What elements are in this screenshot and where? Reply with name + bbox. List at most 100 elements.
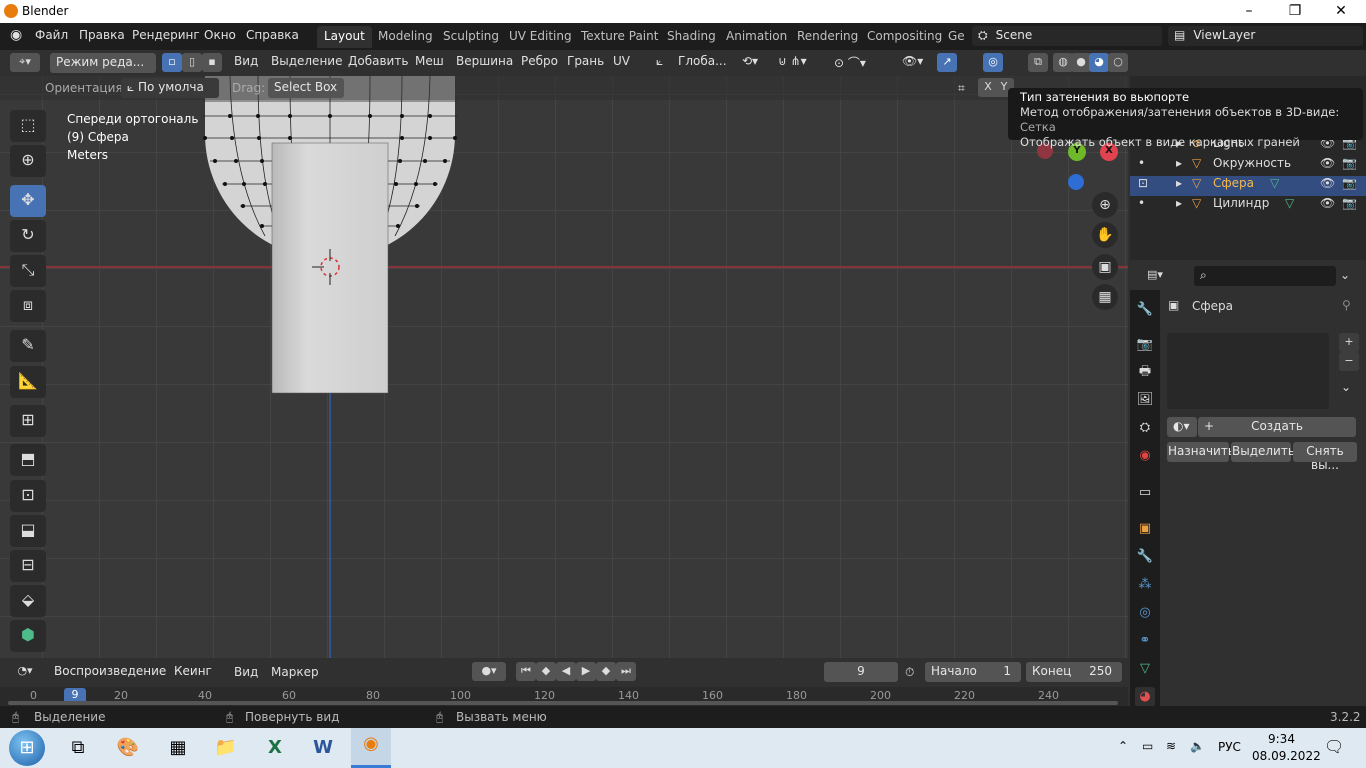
scale-tool-icon[interactable]: ⤡	[10, 255, 46, 287]
render-icon[interactable]: 📷	[1342, 156, 1357, 170]
outliner-row-cylinder[interactable]: • ▸ ▽ Цилиндр ▽ 👁 📷	[1130, 196, 1366, 216]
menu-edit[interactable]: Правка	[79, 28, 125, 42]
material-browse-button[interactable]: ◐▾	[1167, 417, 1197, 437]
inset-tool-icon[interactable]: ⊡	[10, 480, 46, 512]
transform-orientation-icon[interactable]: ⟀	[656, 54, 663, 69]
battery-icon[interactable]: ▭	[1142, 739, 1153, 753]
output-tab-icon[interactable]: 🖶	[1135, 362, 1155, 382]
camera-icon[interactable]: ▣	[1092, 254, 1118, 280]
eye-icon[interactable]: 👁	[1320, 196, 1335, 210]
timeline-editor-icon[interactable]: ◔▾	[10, 662, 40, 681]
blender-menu-icon[interactable]: ◉	[10, 27, 22, 43]
render-tab-icon[interactable]: 📷	[1135, 335, 1155, 355]
minimize-button[interactable]: –	[1226, 0, 1272, 23]
orientation-dropdown[interactable]: ⟀ По умолча	[121, 78, 219, 98]
gizmo-toggle-icon[interactable]: ↗	[937, 53, 957, 72]
volume-icon[interactable]: 🔈	[1190, 739, 1205, 753]
jump-end-icon[interactable]: ⏭	[616, 662, 636, 681]
new-material-button[interactable]: + Создать	[1198, 417, 1356, 437]
mode-selector[interactable]: Режим реда...	[50, 53, 156, 73]
blender-app-icon[interactable]: ◉	[351, 728, 391, 768]
assign-button[interactable]: Назначить	[1167, 442, 1235, 462]
play-icon[interactable]: ▶	[576, 662, 596, 681]
file-explorer-icon[interactable]: 📁	[206, 732, 246, 764]
tab-rendering[interactable]: Rendering	[790, 26, 865, 48]
start-frame-field[interactable]: Начало 1	[925, 662, 1021, 682]
properties-search-input[interactable]: ⌕	[1194, 266, 1336, 286]
close-button[interactable]: ✕	[1318, 0, 1364, 23]
calculator-app-icon[interactable]: ▦	[158, 732, 198, 764]
select-box-icon[interactable]: ⬚	[10, 110, 46, 142]
overlay-toggle-icon[interactable]: ◎	[983, 53, 1003, 72]
expand-arrow-icon[interactable]: ▸	[1176, 156, 1182, 170]
timeline-scrollbar[interactable]	[8, 701, 1118, 705]
keying-menu[interactable]: Кеинг	[168, 662, 224, 682]
bevel-tool-icon[interactable]: ⬓	[10, 515, 46, 547]
data-tab-icon[interactable]: ▽	[1135, 659, 1155, 679]
menu-window[interactable]: Окно	[204, 28, 236, 42]
transform-orientation[interactable]: Глоба...	[678, 54, 727, 68]
proportional-edit-icon[interactable]: ⊙ ⌒▾	[834, 54, 866, 71]
frame-ruler[interactable]: 0 20 40 60 80 100 120 140 160 180 200 220 240 9	[0, 687, 1128, 706]
tab-geometry-nodes[interactable]: Ge	[941, 26, 972, 48]
slot-menu-icon[interactable]: ⌄	[1341, 380, 1351, 394]
eye-icon[interactable]: 👁	[1320, 156, 1335, 170]
scene-selector[interactable]: ⛭ Scene	[972, 26, 1162, 46]
remove-slot-button[interactable]: −	[1339, 352, 1359, 371]
editor-type-button[interactable]: ⌖▾	[10, 53, 40, 72]
extrude-tool-icon[interactable]: ⬒	[10, 444, 46, 476]
excel-app-icon[interactable]: X	[255, 732, 295, 764]
word-app-icon[interactable]: W	[303, 732, 343, 764]
scene-tab-icon[interactable]: ⛭	[1135, 418, 1155, 438]
cursor-tool-icon[interactable]: ⊕	[10, 145, 46, 177]
zoom-icon[interactable]: ⊕	[1092, 192, 1118, 218]
particles-tab-icon[interactable]: ⁂	[1135, 575, 1155, 595]
drag-dropdown[interactable]: Select Box	[268, 78, 344, 98]
properties-editor-type-icon[interactable]: ▤▾	[1140, 266, 1170, 285]
render-icon[interactable]: 📷	[1342, 176, 1357, 190]
menu-file[interactable]: Файл	[35, 28, 68, 42]
tab-animation[interactable]: Animation	[719, 26, 794, 48]
pin-icon[interactable]: ⚲	[1342, 298, 1351, 312]
material-tab-icon[interactable]: ◕	[1135, 687, 1155, 707]
chevron-down-icon[interactable]: ⌄	[1340, 268, 1350, 282]
stopwatch-icon[interactable]: ⏱	[905, 665, 914, 680]
menu-vertex[interactable]: Вершина	[456, 54, 513, 68]
deselect-button[interactable]: Снять вы...	[1293, 442, 1357, 472]
clock-time[interactable]: 9:34	[1268, 732, 1295, 746]
rendered-shading-icon[interactable]: ○	[1108, 53, 1128, 72]
add-cube-tool-icon[interactable]: ⊞	[10, 405, 46, 437]
timeline-view-menu[interactable]: Вид	[234, 665, 258, 679]
select-button[interactable]: Выделить	[1231, 442, 1295, 462]
network-icon[interactable]: ≋	[1166, 739, 1176, 753]
language-indicator[interactable]: РУС	[1218, 740, 1241, 754]
modifier-tab-icon[interactable]: 🔧	[1135, 547, 1155, 567]
render-icon[interactable]: 📷	[1342, 196, 1357, 210]
menu-mesh[interactable]: Меш	[415, 54, 444, 68]
tab-layout[interactable]: Layout	[317, 26, 372, 48]
object-tab-icon[interactable]: ▣	[1135, 519, 1155, 539]
tab-texture-paint[interactable]: Texture Paint	[574, 26, 665, 48]
notifications-icon[interactable]: 🗨	[1324, 737, 1344, 756]
outliner-row-circle[interactable]: • ▸ ▽ Окружность 👁 📷	[1130, 156, 1366, 176]
collection-tab-icon[interactable]: ▭	[1135, 483, 1155, 503]
paint-app-icon[interactable]: 🎨	[108, 732, 148, 764]
edit-mode-icon[interactable]: ⊡	[1138, 176, 1148, 190]
menu-add[interactable]: Добавить	[348, 54, 408, 68]
marker-menu[interactable]: Маркер	[271, 665, 319, 679]
view-layer-tab-icon[interactable]: 🖼	[1135, 390, 1155, 410]
world-tab-icon[interactable]: ◉	[1135, 446, 1155, 466]
physics-tab-icon[interactable]: ◎	[1135, 603, 1155, 623]
pivot-icon[interactable]: ⟲▾	[742, 54, 758, 68]
add-slot-button[interactable]: +	[1339, 333, 1359, 352]
material-shading-icon[interactable]: ◕	[1089, 53, 1109, 72]
clock-date[interactable]: 08.09.2022	[1252, 749, 1321, 763]
poly-build-tool-icon[interactable]: ⬢	[10, 620, 46, 652]
jump-start-icon[interactable]: ⏮	[516, 662, 536, 681]
wireframe-shading-icon[interactable]: ◍	[1053, 53, 1073, 72]
viewlayer-selector[interactable]: ▤ ViewLayer	[1168, 26, 1363, 46]
transform-tool-icon[interactable]: ⧈	[10, 290, 46, 322]
annotate-tool-icon[interactable]: ✎	[10, 330, 46, 362]
end-frame-field[interactable]: Конец 250	[1026, 662, 1122, 682]
move-tool-icon[interactable]: ✥	[10, 185, 46, 217]
